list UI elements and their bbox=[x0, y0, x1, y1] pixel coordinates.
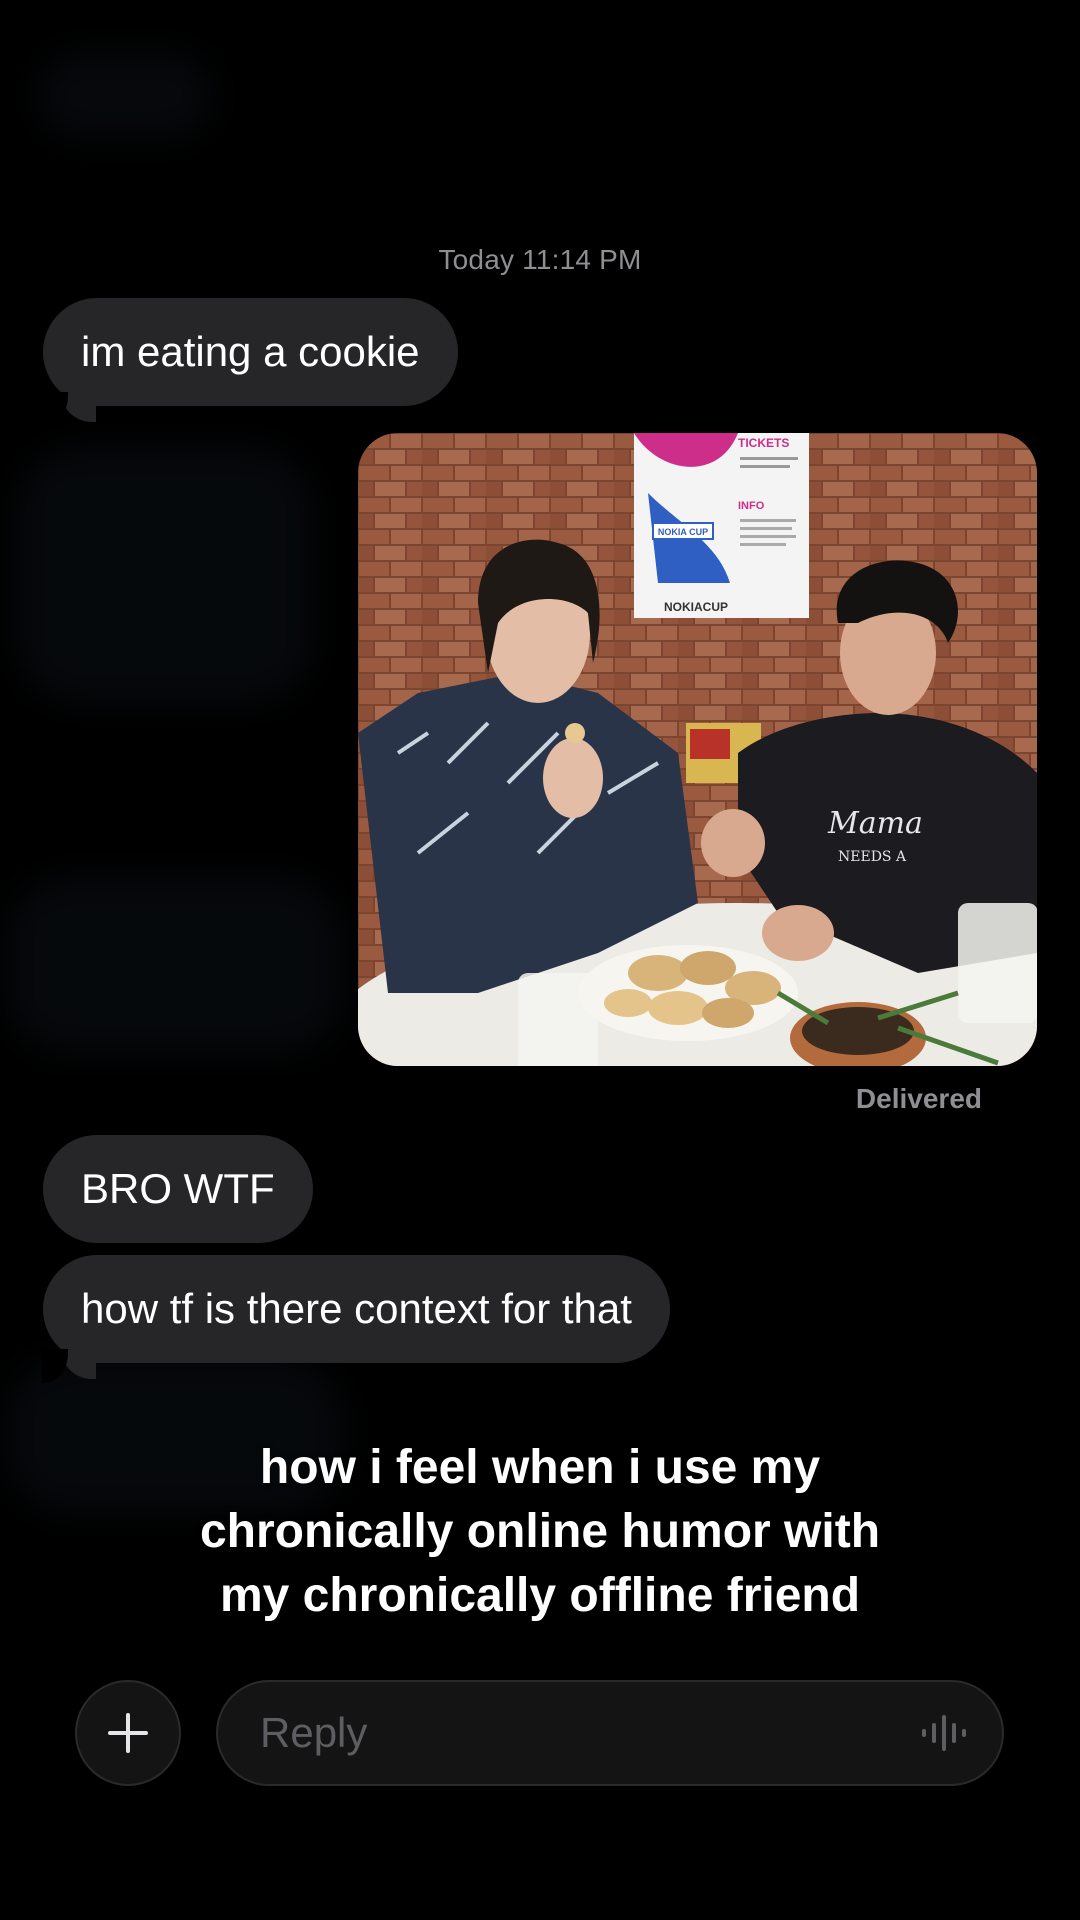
message-text: how tf is there context for that bbox=[81, 1285, 632, 1332]
message-text: BRO WTF bbox=[81, 1165, 275, 1212]
caption-line: chronically online humor with bbox=[199, 1505, 881, 1558]
shirt-text-small: NEEDS A bbox=[838, 849, 907, 865]
video-caption: how i feel when i use my chronically onl… bbox=[0, 1436, 1080, 1628]
incoming-message[interactable]: BRO WTF bbox=[43, 1135, 313, 1243]
incoming-message[interactable]: how tf is there context for that bbox=[43, 1255, 670, 1363]
poster-tickets-text: TICKETS bbox=[738, 436, 789, 450]
poster-footer-text: NOKIACUP bbox=[664, 600, 728, 614]
bubble-tail-cut bbox=[42, 392, 68, 426]
add-attachment-button[interactable] bbox=[75, 1680, 181, 1786]
poster-info-text: INFO bbox=[738, 500, 765, 512]
sent-photo[interactable]: NOKIA CUP TICKETS INFO NOKIACUP Mama NEE… bbox=[358, 433, 1037, 1066]
poster-badge-text: NOKIA CUP bbox=[658, 527, 708, 537]
background-shape bbox=[20, 450, 310, 700]
incoming-message[interactable]: im eating a cookie bbox=[43, 298, 458, 406]
delivery-status: Delivered bbox=[855, 1083, 982, 1114]
caption-line: my chronically offline friend bbox=[219, 1569, 861, 1622]
background-shape bbox=[40, 55, 210, 135]
shirt-text: Mama bbox=[827, 806, 923, 841]
photo-image: NOKIA CUP TICKETS INFO NOKIACUP Mama NEE… bbox=[358, 433, 1037, 1066]
reply-placeholder: Reply bbox=[260, 1709, 368, 1756]
conversation-timestamp: Today 11:14 PM bbox=[438, 244, 642, 275]
waveform-icon[interactable] bbox=[920, 1713, 972, 1753]
message-text: im eating a cookie bbox=[81, 328, 420, 375]
reply-input[interactable]: Reply bbox=[216, 1680, 1004, 1786]
background-shape bbox=[10, 880, 340, 1050]
caption-line: how i feel when i use my bbox=[259, 1441, 821, 1494]
plus-icon bbox=[108, 1713, 148, 1753]
